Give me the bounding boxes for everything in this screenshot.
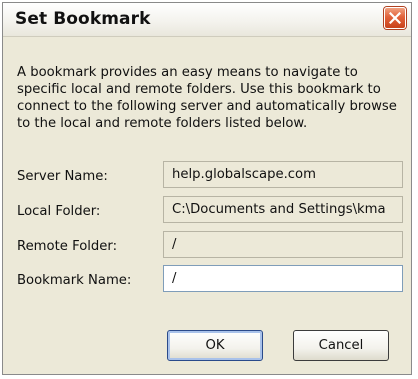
remote-folder-field: /	[163, 231, 403, 258]
bookmark-name-label: Bookmark Name:	[17, 273, 132, 288]
close-button[interactable]	[384, 7, 406, 29]
local-folder-label: Local Folder:	[17, 204, 101, 219]
server-name-label: Server Name:	[17, 169, 108, 184]
remote-folder-label: Remote Folder:	[17, 239, 118, 254]
cancel-button[interactable]: Cancel	[293, 330, 389, 361]
set-bookmark-dialog: Set Bookmark A bookmark provides an easy…	[2, 2, 412, 375]
local-folder-field: C:\Documents and Settings\kma	[163, 196, 403, 223]
bookmark-name-input[interactable]	[163, 265, 403, 292]
server-name-field: help.globalscape.com	[163, 161, 403, 188]
dialog-title: Set Bookmark	[15, 9, 151, 29]
description-text: A bookmark provides an easy means to nav…	[17, 65, 397, 131]
ok-button[interactable]: OK	[167, 330, 263, 361]
close-x-icon	[389, 12, 401, 24]
title-bar[interactable]: Set Bookmark	[3, 3, 411, 37]
